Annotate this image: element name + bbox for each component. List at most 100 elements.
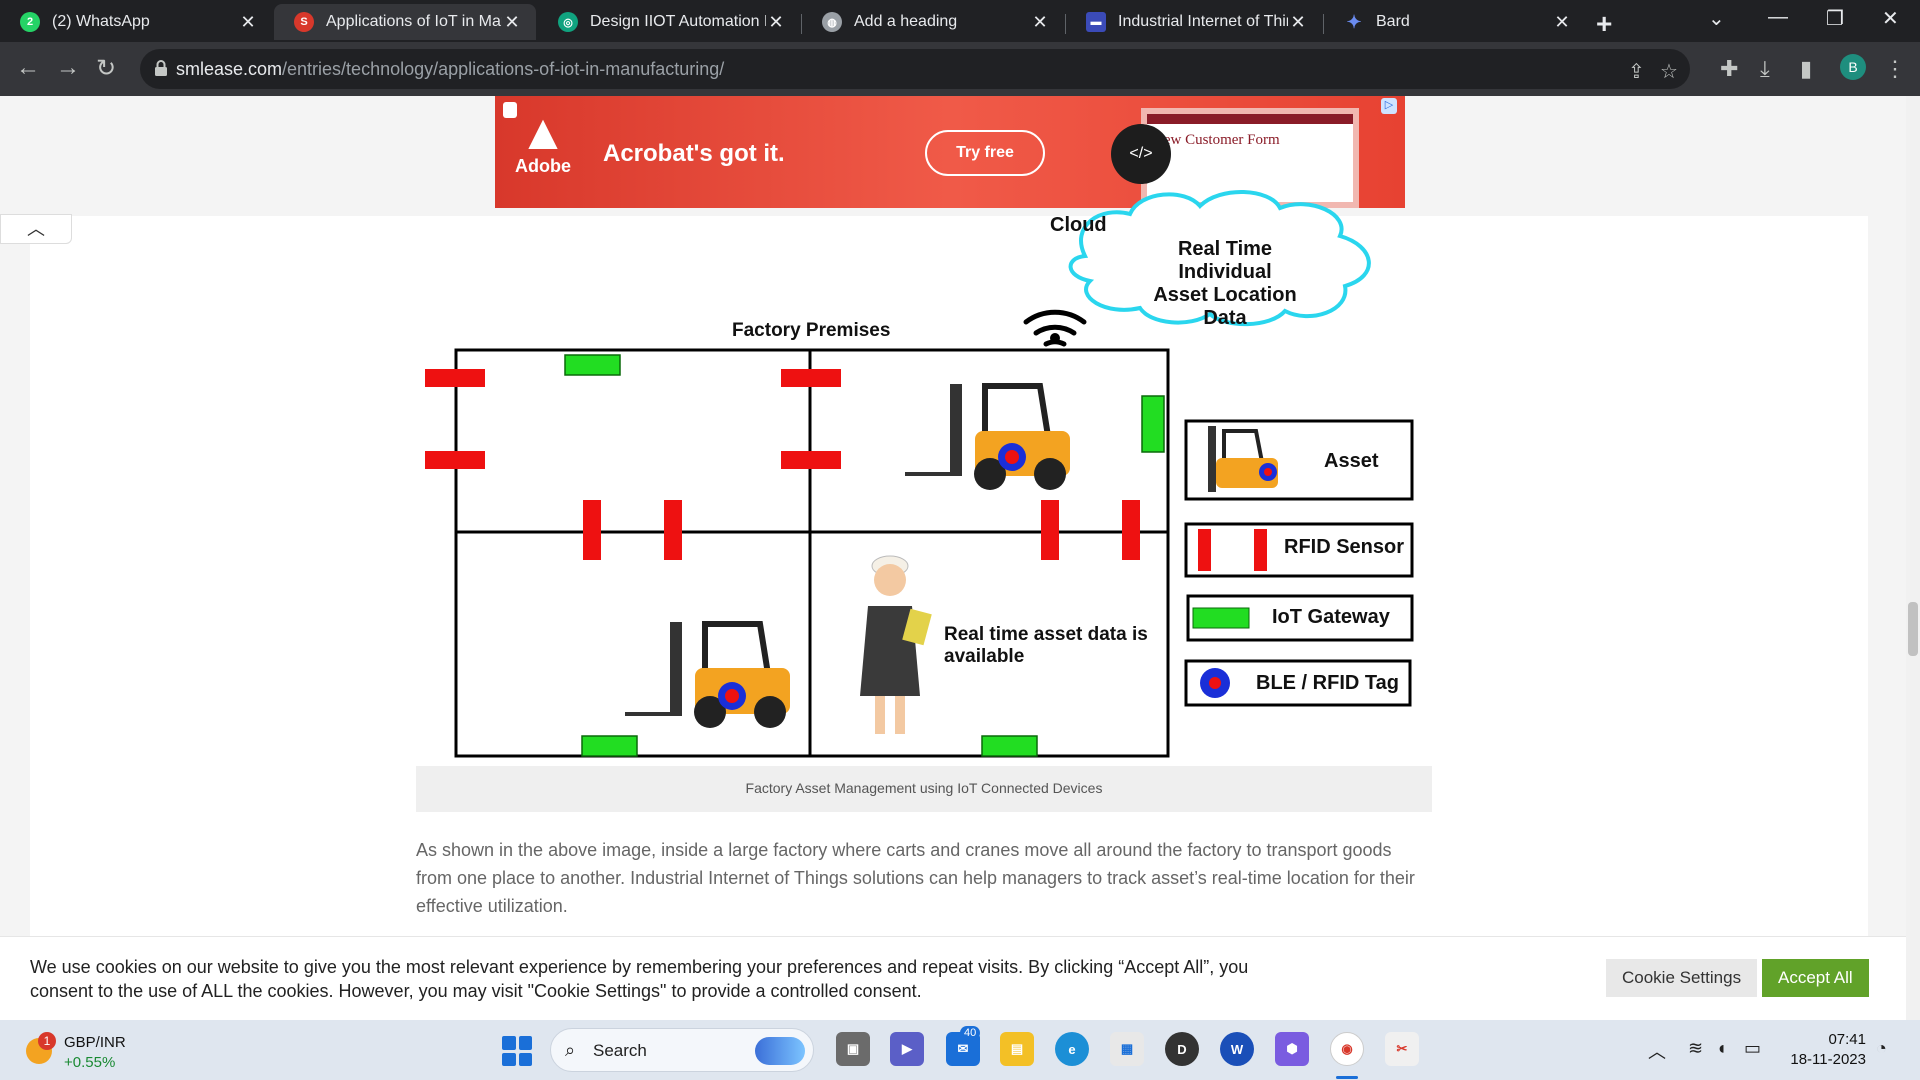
legend-gateway-label: IoT Gateway [1272,606,1390,628]
tab-title: Design IIOT Automation Pc [590,13,766,30]
notification-icon[interactable]: ◔ [1876,1038,1887,1059]
restore-button[interactable]: ❐ [1826,6,1844,31]
tab-design-iiot[interactable]: ◎ Design IIOT Automation Pc ✕ [538,4,800,40]
ad-info-icon[interactable]: ▷ [1381,98,1397,114]
advertisement-banner[interactable]: ▲ Adobe Acrobat's got it. Try free New C… [495,96,1405,208]
file-explorer-icon[interactable]: ▤ [1000,1032,1034,1066]
stock-change: +0.55% [64,1054,116,1071]
mail-badge: 40 [960,1026,981,1040]
accept-all-button[interactable]: Accept All [1762,959,1869,997]
cloud-text-line: Real Time Individual [1177,238,1273,283]
collapse-chevron-up-icon[interactable]: ︿ [0,214,72,244]
app-hexagon-icon[interactable]: ⬢ [1275,1032,1309,1066]
stock-ticker: GBP/INR [64,1034,126,1051]
back-arrow-icon[interactable]: ← [16,54,40,82]
battery-icon[interactable]: ▭ [1744,1038,1761,1059]
wifi-icon[interactable]: ≋ [1688,1038,1703,1059]
url-text: smlease.com/entries/technology/applicati… [176,59,724,80]
menu-dots-icon[interactable]: ⋮ [1884,56,1906,82]
factory-premises-label: Factory Premises [732,320,891,341]
clock-time: 07:41 [1828,1031,1866,1048]
volume-icon[interactable]: ◖ [1716,1038,1727,1059]
legend-tag-label: BLE / RFID Tag [1256,672,1399,694]
edge-icon[interactable]: e [1055,1032,1089,1066]
tab-applications-of-iot[interactable]: S Applications of IoT in Manu ✕ [274,4,536,40]
whatsapp-icon: 2 [20,12,40,32]
store-icon[interactable]: ▦ [1110,1032,1144,1066]
adobe-logo: ▲ Adobe [515,107,571,177]
lock-icon [155,60,167,76]
scrollbar-thumb[interactable] [1908,602,1918,656]
ad-form-preview: New Customer Form [1141,108,1359,208]
search-highlight-icon [755,1037,805,1065]
site-icon: ▬ [1086,12,1106,32]
person-caption-line: available [944,646,1025,667]
search-icon: ⌕ [565,1040,576,1060]
extensions-icon[interactable]: ✚ [1720,56,1738,82]
close-icon[interactable]: ✕ [238,12,258,33]
active-app-indicator [1336,1076,1358,1079]
chrome-icon[interactable]: ◉ [1330,1032,1364,1066]
close-icon[interactable]: ✕ [1288,12,1308,33]
windows-start-icon[interactable] [502,1036,532,1066]
widget-badge: 1 [38,1032,56,1050]
legend-asset-label: Asset [1324,450,1379,472]
task-view-icon[interactable]: ▣ [836,1032,870,1066]
cloud-text-line: Asset Location Data [1153,284,1297,329]
tab-add-a-heading[interactable]: ◍ Add a heading ✕ [802,4,1064,40]
close-icon[interactable]: ✕ [502,12,522,33]
page-scrollbar[interactable] [1906,96,1920,1020]
person-caption-line: Real time asset data is [944,624,1148,645]
tab-strip: 2 (2) WhatsApp ✕ S Applications of IoT i… [0,0,1920,42]
url-host: smlease.com [176,59,283,79]
snipping-tool-icon[interactable]: ✂ [1385,1032,1419,1066]
tab-title: Industrial Internet of Thing [1118,13,1288,30]
new-tab-button[interactable]: + [1596,8,1612,40]
article-paragraph: As shown in the above image, inside a la… [416,840,1415,916]
system-clock[interactable]: 07:41 18-11-2023 [1786,1030,1866,1070]
forward-arrow-icon[interactable]: → [56,54,80,82]
cookie-consent-bar: We use cookies on our website to give yo… [0,936,1906,1020]
code-icon: </> [1111,124,1171,184]
ad-brand: Adobe [515,156,571,176]
download-icon[interactable]: ⤓ [1760,56,1770,82]
tab-title: (2) WhatsApp [52,13,150,30]
smlease-icon: S [294,12,314,32]
tab-search-icon[interactable]: ⌄ [1708,6,1725,31]
bookmark-star-icon[interactable]: ☆ [1660,59,1678,84]
ad-form-title: New Customer Form [1153,132,1280,148]
try-free-button[interactable]: Try free [925,130,1045,176]
tab-industrial-iot[interactable]: ▬ Industrial Internet of Thing ✕ [1066,4,1322,40]
cloud-text: Real Time Individual Asset Location Data [1130,238,1320,330]
close-icon[interactable]: ✕ [1030,12,1050,33]
tab-bard[interactable]: ✦ Bard ✕ [1324,4,1586,40]
profile-avatar[interactable]: B [1840,54,1866,80]
tray-chevron-up-icon[interactable]: ︿ [1648,1038,1666,1064]
teams-icon[interactable]: ▶ [890,1032,924,1066]
tab-title: Add a heading [854,13,958,30]
word-icon[interactable]: W [1220,1032,1254,1066]
close-window-button[interactable]: ✕ [1882,6,1899,31]
dell-icon[interactable]: D [1165,1032,1199,1066]
figure-caption-box: Factory Asset Management using IoT Conne… [416,766,1432,812]
weather-stock-widget[interactable]: 1 GBP/INR +0.55% [22,1028,172,1072]
address-bar[interactable]: smlease.com/entries/technology/applicati… [140,49,1690,89]
close-icon[interactable]: ✕ [1552,12,1572,33]
browser-toolbar: ← → ↻ smlease.com/entries/technology/app… [0,42,1920,96]
minimize-button[interactable]: — [1768,6,1788,29]
figure-caption: Factory Asset Management using IoT Conne… [745,780,1103,796]
tab-whatsapp[interactable]: 2 (2) WhatsApp ✕ [0,4,272,40]
reload-icon[interactable]: ↻ [96,54,116,83]
bard-sparkle-icon: ✦ [1346,11,1362,32]
legend-rfid-label: RFID Sensor [1284,536,1405,558]
share-icon[interactable]: ⇪ [1628,59,1645,84]
cookie-settings-button[interactable]: Cookie Settings [1606,959,1758,997]
close-icon[interactable]: ✕ [766,12,786,33]
side-panel-icon[interactable]: ▮ [1800,56,1812,82]
cookie-consent-text: We use cookies on our website to give yo… [30,957,1249,1001]
taskbar-search-box[interactable]: ⌕ Search [550,1028,814,1072]
url-path: /entries/technology/applications-of-iot-… [282,59,725,79]
windows-taskbar: 1 GBP/INR +0.55% ⌕ Search ▣ ▶ ✉ 40 ▤ e ▦… [0,1020,1920,1080]
search-label: Search [593,1041,647,1060]
person-caption: Real time asset data is available [944,624,1148,668]
